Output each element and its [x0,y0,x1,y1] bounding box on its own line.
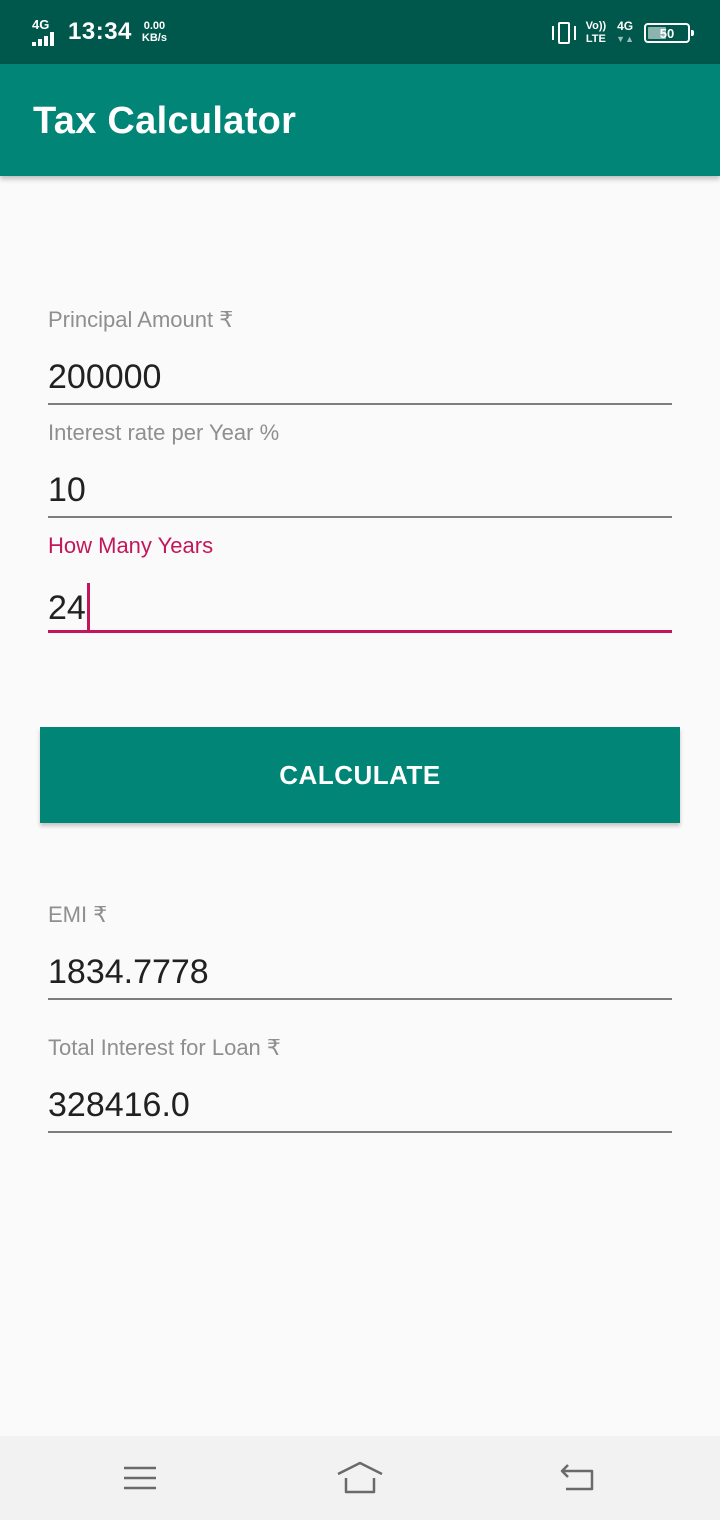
data-speed-value: 0.00 [143,20,166,32]
principal-field[interactable]: Principal Amount ₹ 200000 [48,307,672,405]
years-value: 24 [48,589,86,627]
total-interest-value: 328416.0 [48,1086,190,1124]
interest-rate-input[interactable]: 10 [48,470,672,518]
total-interest-underline [48,1131,672,1133]
interest-rate-value: 10 [48,471,86,509]
volte-icon: Vo)) LTE [586,20,607,46]
emi-underline [48,998,672,1000]
clock: 13:34 [68,18,132,45]
page-title: Tax Calculator [33,100,297,142]
principal-underline [48,403,672,405]
text-cursor [86,583,90,631]
calculate-button[interactable]: CALCULATE [40,727,680,823]
vibrate-icon [551,20,576,46]
total-interest-label: Total Interest for Loan ₹ [48,1035,281,1060]
interest-rate-field[interactable]: Interest rate per Year % 10 [48,420,672,518]
years-input[interactable]: 24 [48,583,672,633]
data-signal-icon: 4G ▼▲ [616,19,634,45]
emi-value: 1834.7778 [48,953,209,991]
interest-rate-underline [48,516,672,518]
network-type-label: 4G [32,17,50,32]
interest-rate-label: Interest rate per Year % [48,420,280,445]
years-field[interactable]: How Many Years 24 [48,533,672,633]
mobile-signal-icon: 4G [32,17,60,47]
data-speed-unit: KB/s [141,32,167,44]
emi-label: EMI ₹ [48,902,108,927]
volte-top-label: Vo)) [585,20,607,32]
data-signal-label: 4G [617,19,634,33]
battery-icon: 50 [644,23,694,43]
back-icon[interactable] [548,1454,608,1502]
emi-input[interactable]: 1834.7778 [48,952,672,1000]
navigation-bar [0,1436,720,1520]
emi-field[interactable]: EMI ₹ 1834.7778 [48,902,672,1000]
status-bar: 4G 13:34 0.00 KB/s Vo)) LTE 4G ▼▲ 50 [0,0,720,64]
principal-input[interactable]: 200000 [48,357,672,405]
menu-icon[interactable] [110,1454,170,1502]
principal-value: 200000 [48,358,162,396]
principal-label: Principal Amount ₹ [48,307,234,332]
data-speed: 0.00 KB/s [142,20,167,44]
app-bar: Tax Calculator [0,64,720,176]
status-left: 4G 13:34 0.00 KB/s [32,14,167,50]
years-underline [48,630,672,633]
volte-bottom-label: LTE [585,33,606,45]
home-icon[interactable] [330,1454,390,1502]
total-interest-input[interactable]: 328416.0 [48,1085,672,1133]
battery-level: 50 [659,25,675,41]
years-label: How Many Years [48,533,214,558]
status-right: Vo)) LTE 4G ▼▲ 50 [551,18,694,48]
total-interest-field[interactable]: Total Interest for Loan ₹ 328416.0 [48,1035,672,1133]
